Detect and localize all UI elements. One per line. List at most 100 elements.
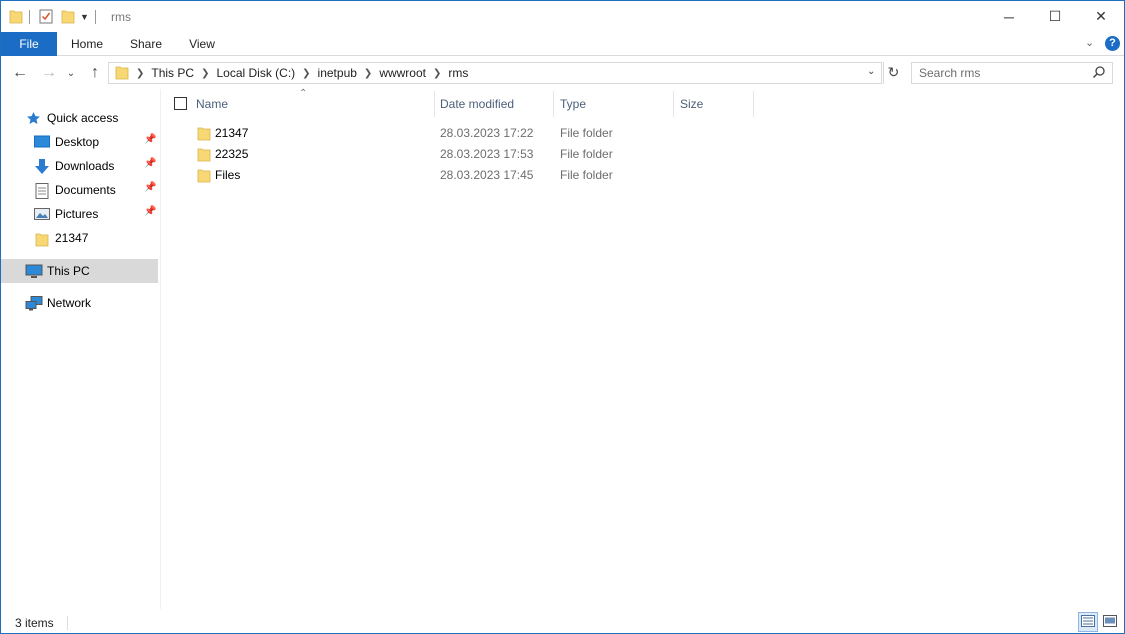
- minimize-button[interactable]: ─: [986, 1, 1032, 32]
- new-folder-icon[interactable]: [61, 8, 75, 27]
- recent-locations-button[interactable]: ⌄: [63, 62, 79, 84]
- file-type: File folder: [560, 147, 613, 161]
- nav-item-pictures[interactable]: Pictures 📌: [1, 202, 158, 226]
- details-view-icon: [1081, 614, 1095, 630]
- column-header-type[interactable]: Type: [560, 89, 673, 119]
- breadcrumb-rms[interactable]: rms: [448, 66, 468, 80]
- navigation-bar: ← → ⌄ ↑ ❯ This PC ❯ Local Disk (C:) ❯ in…: [1, 57, 1124, 89]
- table-row[interactable]: Files 28.03.2023 17:45 File folder: [161, 164, 1124, 185]
- search-box[interactable]: [911, 62, 1113, 84]
- nav-label-network: Network: [47, 296, 92, 310]
- back-button[interactable]: ←: [9, 62, 31, 84]
- column-header-name-label: Name: [196, 97, 229, 111]
- breadcrumb-this-pc[interactable]: This PC: [151, 66, 194, 80]
- close-icon: ✕: [1095, 8, 1107, 24]
- documents-icon: [35, 183, 51, 199]
- column-divider[interactable]: [553, 91, 554, 117]
- folder-icon: [115, 64, 129, 83]
- column-header-size[interactable]: Size: [680, 89, 753, 119]
- column-header-date[interactable]: Date modified: [440, 89, 553, 119]
- breadcrumb: ❯ This PC ❯ Local Disk (C:) ❯ inetpub ❯ …: [129, 66, 468, 80]
- column-header-type-label: Type: [560, 97, 587, 111]
- tab-home[interactable]: Home: [63, 32, 111, 56]
- column-header-name[interactable]: Name: [196, 89, 434, 119]
- tab-share[interactable]: Share: [123, 32, 169, 56]
- chevron-right-icon[interactable]: ❯: [201, 68, 209, 79]
- file-name[interactable]: 21347: [215, 126, 248, 140]
- status-bar: 3 items: [1, 611, 1124, 633]
- nav-item-21347[interactable]: 21347: [1, 226, 158, 250]
- forward-button[interactable]: →: [38, 62, 60, 84]
- file-name[interactable]: Files: [215, 168, 240, 182]
- chevron-right-icon[interactable]: ❯: [364, 68, 372, 79]
- nav-item-downloads[interactable]: Downloads 📌: [1, 154, 158, 178]
- folder-icon: [9, 8, 23, 27]
- address-bar[interactable]: ❯ This PC ❯ Local Disk (C:) ❯ inetpub ❯ …: [108, 62, 899, 84]
- chevron-right-icon[interactable]: ❯: [433, 68, 441, 79]
- nav-label-downloads: Downloads: [55, 159, 115, 173]
- nav-label-documents: Documents: [55, 183, 116, 197]
- tab-view[interactable]: View: [181, 32, 223, 56]
- status-separator: [67, 616, 68, 630]
- search-icon[interactable]: [1092, 65, 1106, 82]
- help-icon[interactable]: ?: [1105, 36, 1120, 51]
- large-icons-view-icon: [1103, 614, 1117, 630]
- column-divider[interactable]: [434, 91, 435, 117]
- pin-icon[interactable]: 📌: [144, 206, 156, 217]
- chevron-down-icon: ⌄: [66, 67, 76, 79]
- folder-icon: [197, 146, 211, 165]
- nav-item-quick-access[interactable]: Quick access: [1, 106, 158, 130]
- close-button[interactable]: ✕: [1078, 1, 1124, 32]
- up-button[interactable]: ↑: [84, 62, 106, 84]
- item-count: 3 items: [15, 616, 54, 630]
- search-input[interactable]: [912, 63, 1082, 83]
- navigation-pane: Quick access Desktop 📌 Downloads 📌 Docum…: [1, 89, 160, 609]
- file-name[interactable]: 22325: [215, 147, 248, 161]
- folder-icon: [197, 167, 211, 186]
- nav-label-this-pc: This PC: [47, 264, 90, 278]
- pin-icon[interactable]: 📌: [144, 182, 156, 193]
- file-type: File folder: [560, 126, 613, 140]
- minimize-icon: ─: [1004, 8, 1014, 25]
- chevron-right-icon[interactable]: ❯: [136, 68, 144, 79]
- table-row[interactable]: 21347 28.03.2023 17:22 File folder: [161, 122, 1124, 143]
- nav-label-21347: 21347: [55, 231, 89, 245]
- nav-label-quick-access: Quick access: [47, 111, 119, 125]
- refresh-button[interactable]: ↻: [883, 62, 903, 84]
- file-list: ⌃ Name Date modified Type Size 21347 28.…: [161, 88, 1124, 609]
- expand-ribbon-icon[interactable]: ⌄: [1085, 36, 1094, 49]
- explorer-window: ▼ rms ─ ☐ ✕ File Home Share View ⌄ ? ← →…: [0, 0, 1125, 634]
- arrow-right-icon: →: [41, 64, 57, 81]
- window-title: rms: [111, 10, 131, 24]
- customize-qat-icon[interactable]: ▼: [80, 12, 89, 22]
- chevron-right-icon[interactable]: ❯: [302, 68, 310, 79]
- quick-access-toolbar: ▼: [9, 7, 102, 27]
- file-date: 28.03.2023 17:22: [440, 126, 534, 140]
- breadcrumb-wwwroot[interactable]: wwwroot: [379, 66, 426, 80]
- large-icons-view-button[interactable]: [1100, 612, 1120, 632]
- folder-icon: [197, 125, 211, 144]
- breadcrumb-local-disk[interactable]: Local Disk (C:): [216, 66, 295, 80]
- qat-separator: [29, 10, 30, 24]
- nav-item-documents[interactable]: Documents 📌: [1, 178, 158, 202]
- pictures-icon: [34, 207, 50, 221]
- select-all-checkbox[interactable]: [174, 97, 187, 110]
- nav-item-this-pc[interactable]: This PC: [1, 259, 158, 283]
- table-row[interactable]: 22325 28.03.2023 17:53 File folder: [161, 143, 1124, 164]
- maximize-icon: ☐: [1048, 8, 1062, 24]
- address-dropdown-icon[interactable]: ⌄: [867, 66, 875, 77]
- column-divider[interactable]: [753, 91, 754, 117]
- pin-icon[interactable]: 📌: [144, 158, 156, 169]
- nav-item-network[interactable]: Network: [1, 291, 158, 315]
- column-header-size-label: Size: [680, 97, 704, 111]
- pin-icon[interactable]: 📌: [144, 134, 156, 145]
- column-divider[interactable]: [673, 91, 674, 117]
- details-view-button[interactable]: [1078, 612, 1098, 632]
- maximize-button[interactable]: ☐: [1032, 1, 1078, 32]
- breadcrumb-inetpub[interactable]: inetpub: [318, 66, 357, 80]
- tab-file[interactable]: File: [1, 32, 57, 56]
- properties-icon[interactable]: [38, 8, 54, 27]
- file-date: 28.03.2023 17:45: [440, 168, 534, 182]
- nav-item-desktop[interactable]: Desktop 📌: [1, 130, 158, 154]
- star-icon: [26, 111, 42, 125]
